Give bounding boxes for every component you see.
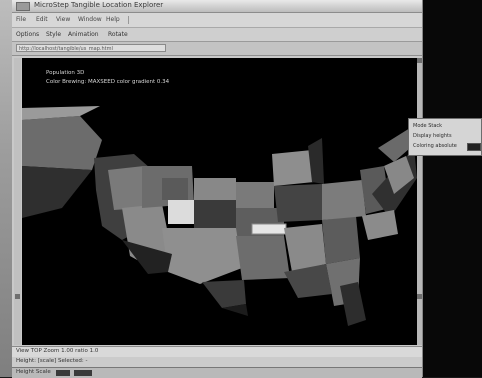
color-swatch[interactable] <box>467 143 481 151</box>
popup-coloring-row[interactable]: Coloring absolute <box>413 143 457 149</box>
menu-animation[interactable]: Animation <box>68 31 99 38</box>
scroll-down-icon[interactable] <box>417 294 422 299</box>
toolbar-edit[interactable]: Edit <box>36 16 48 23</box>
right-scrollbar[interactable] <box>417 58 422 345</box>
popup-display-row[interactable]: Display heights <box>413 133 452 139</box>
height-slider[interactable] <box>56 370 70 376</box>
status-bar-secondary: Height: [scale] Selected: - <box>12 357 422 367</box>
application-window: MicroStep Tangible Location Explorer Fil… <box>12 0 423 378</box>
menu-options[interactable]: Options <box>16 31 39 38</box>
scale-slider[interactable] <box>74 370 92 376</box>
toolbar: File Edit View Window Help <box>12 13 422 28</box>
menu-style[interactable]: Style <box>46 31 61 38</box>
title-bar[interactable]: MicroStep Tangible Location Explorer <box>12 0 422 13</box>
popup-mode-row[interactable]: Mode Stack <box>413 123 442 129</box>
scroll-up-icon[interactable] <box>417 58 422 63</box>
window-title: MicroStep Tangible Location Explorer <box>34 1 164 9</box>
menu-rotate[interactable]: Rotate <box>108 31 128 38</box>
status-selection-text: Height: [scale] Selected: - <box>16 358 88 364</box>
toolbar-help[interactable]: Help <box>106 16 120 23</box>
height-scale-label: Height Scale <box>16 369 51 375</box>
address-input[interactable]: http://localhost/tangible/us_map.html <box>16 44 166 52</box>
options-popup: Mode Stack Display heights Coloring abso… <box>408 118 482 156</box>
toolbar-view[interactable]: View <box>56 16 70 23</box>
left-scroll-arrow-icon[interactable] <box>15 294 20 299</box>
menu-bar: Options Style Animation Rotate <box>12 28 422 42</box>
us-3d-map <box>22 106 417 326</box>
toolbar-window[interactable]: Window <box>78 16 102 23</box>
toolbar-divider <box>128 16 129 24</box>
status-bar: View TOP Zoom 1.00 ratio 1.0 <box>12 346 422 357</box>
address-bar: http://localhost/tangible/us_map.html <box>12 42 422 56</box>
status-text: View TOP Zoom 1.00 ratio 1.0 <box>16 348 99 354</box>
bottom-control-bar: Height Scale <box>12 367 422 378</box>
side-dark-panel <box>421 0 482 377</box>
toolbar-file[interactable]: File <box>16 16 26 23</box>
window-menu-icon[interactable] <box>16 2 30 11</box>
map-canvas[interactable]: Population 3D Color Brewing: MAXSEED col… <box>22 58 417 345</box>
left-scrollbar[interactable] <box>14 58 21 345</box>
